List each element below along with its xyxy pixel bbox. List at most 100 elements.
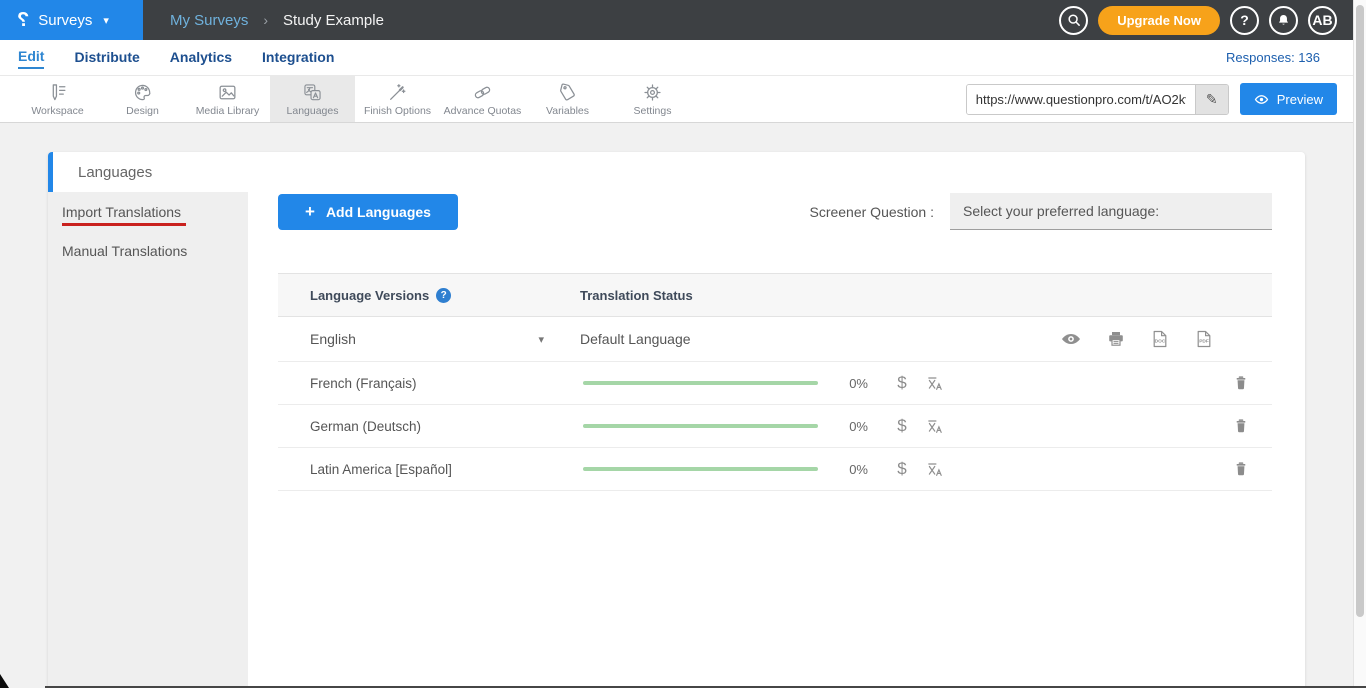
- product-switcher[interactable]: ? Surveys ▾: [0, 0, 143, 40]
- trash-icon: [1232, 417, 1250, 435]
- responses-count[interactable]: Responses: 136: [1226, 50, 1320, 65]
- language-name: German (Deutsch): [310, 419, 421, 434]
- language-name: Latin America [Español]: [310, 462, 452, 477]
- toolbar-item-variables[interactable]: Variables: [525, 76, 610, 122]
- question-mark-icon: ?: [1240, 12, 1249, 28]
- tab-distribute[interactable]: Distribute: [74, 47, 139, 68]
- red-underline-annotation: [62, 223, 186, 226]
- top-bar: ? Surveys ▾ My Surveys › Study Example U…: [0, 0, 1353, 40]
- translation-progress-bar: [583, 424, 818, 428]
- sidebar-item-label: Import Translations: [62, 204, 181, 220]
- help-button[interactable]: ?: [1230, 6, 1259, 35]
- scrollbar-thumb[interactable]: [1356, 5, 1364, 617]
- sidebar-item-import-translations[interactable]: Import Translations: [48, 195, 248, 234]
- screener-question-value: Select your preferred language:: [963, 203, 1159, 219]
- table-row-language: German (Deutsch) 0% $: [278, 405, 1272, 448]
- delete-language-button[interactable]: [1232, 374, 1250, 392]
- translation-percent: 0%: [844, 419, 868, 434]
- translate-icon: [926, 374, 945, 393]
- view-survey-button[interactable]: [1060, 328, 1082, 350]
- toolbar-item-workspace[interactable]: Workspace: [15, 76, 100, 122]
- breadcrumb-separator-icon: ›: [263, 12, 268, 28]
- language-name: French (Français): [310, 376, 417, 391]
- edit-url-button[interactable]: ✎: [1195, 85, 1228, 114]
- export-actions: DOC PDF: [1060, 328, 1214, 350]
- default-language-status: Default Language: [580, 331, 691, 347]
- translate-icon: [926, 417, 945, 436]
- toolbar-item-label: Variables: [546, 105, 589, 117]
- delete-language-button[interactable]: [1232, 417, 1250, 435]
- language-dropdown-caret-icon[interactable]: ▾: [538, 333, 544, 346]
- gear-icon: [642, 82, 663, 103]
- add-languages-label: Add Languages: [326, 204, 431, 220]
- doc-file-icon: DOC: [1150, 329, 1170, 349]
- auto-translate-button[interactable]: [926, 417, 945, 436]
- notifications-button[interactable]: [1269, 6, 1298, 35]
- translate-icon: [926, 460, 945, 479]
- delete-language-button[interactable]: [1232, 460, 1250, 478]
- toolbar-item-label: Finish Options: [364, 105, 431, 117]
- image-icon: [217, 82, 238, 103]
- translation-progress-bar: [583, 381, 818, 385]
- eye-icon: [1060, 328, 1082, 350]
- add-languages-button[interactable]: + Add Languages: [278, 194, 458, 230]
- tab-integration[interactable]: Integration: [262, 47, 334, 68]
- sidebar-item-manual-translations[interactable]: Manual Translations: [48, 234, 248, 267]
- preview-label: Preview: [1277, 92, 1323, 107]
- sidebar-item-label: Manual Translations: [62, 243, 187, 259]
- breadcrumb-my-surveys[interactable]: My Surveys: [170, 12, 248, 29]
- paid-translation-icon[interactable]: $: [892, 373, 912, 393]
- chain-links-icon: [472, 82, 493, 103]
- survey-url-field: ✎: [966, 84, 1229, 115]
- svg-text:PDF: PDF: [1199, 338, 1209, 344]
- table-row-default-language: English ▾ Default Language: [278, 317, 1272, 362]
- search-icon: [1066, 12, 1082, 28]
- avatar[interactable]: AB: [1308, 6, 1337, 35]
- auto-translate-button[interactable]: [926, 374, 945, 393]
- upgrade-now-button[interactable]: Upgrade Now: [1098, 6, 1220, 35]
- toolbar-item-label: Settings: [634, 105, 672, 117]
- tab-analytics[interactable]: Analytics: [170, 47, 232, 68]
- languages-sidebar: Import Translations Manual Translations: [48, 192, 248, 688]
- paid-translation-icon[interactable]: $: [892, 416, 912, 436]
- translation-percent: 0%: [844, 462, 868, 477]
- screener-question-group: Screener Question : Select your preferre…: [809, 193, 1272, 230]
- magic-wand-icon: [387, 82, 408, 103]
- toolbar-item-settings[interactable]: Settings: [610, 76, 695, 122]
- languages-actions-row: + Add Languages Screener Question : Sele…: [278, 193, 1272, 230]
- screener-question-label: Screener Question :: [809, 204, 934, 220]
- paid-translation-icon[interactable]: $: [892, 459, 912, 479]
- table-row-language: French (Français) 0% $: [278, 362, 1272, 405]
- card-title: Languages: [78, 164, 152, 181]
- vertical-scrollbar[interactable]: [1353, 0, 1366, 688]
- column-translation-status: Translation Status: [580, 288, 693, 303]
- tab-edit[interactable]: Edit: [18, 46, 44, 69]
- preview-eye-icon: [1254, 92, 1269, 107]
- export-doc-button[interactable]: DOC: [1150, 329, 1170, 349]
- chevron-down-icon: ▾: [103, 14, 109, 27]
- survey-url-input[interactable]: [967, 85, 1195, 114]
- toolbar-item-finish-options[interactable]: Finish Options: [355, 76, 440, 122]
- auto-translate-button[interactable]: [926, 460, 945, 479]
- help-circle-icon[interactable]: ?: [436, 288, 451, 303]
- table-header-row: Language Versions ? Translation Status: [278, 273, 1272, 317]
- language-versions-table: Language Versions ? Translation Status E…: [278, 273, 1272, 491]
- toolbar-item-languages[interactable]: Languages: [270, 76, 355, 122]
- toolbar-item-media-library[interactable]: Media Library: [185, 76, 270, 122]
- preview-button[interactable]: Preview: [1240, 83, 1337, 115]
- edit-toolbar: Workspace Design Media Library Languages: [0, 76, 1353, 123]
- topbar-actions: Upgrade Now ? AB: [1059, 6, 1353, 35]
- toolbar-item-advance-quotas[interactable]: Advance Quotas: [440, 76, 525, 122]
- pencil-icon: ✎: [1206, 91, 1218, 108]
- app-window: ? Surveys ▾ My Surveys › Study Example U…: [0, 0, 1353, 688]
- export-pdf-button[interactable]: PDF: [1194, 329, 1214, 349]
- print-button[interactable]: [1106, 329, 1126, 349]
- screener-question-select[interactable]: Select your preferred language:: [950, 193, 1272, 230]
- languages-main: + Add Languages Screener Question : Sele…: [248, 192, 1305, 688]
- search-button[interactable]: [1059, 6, 1088, 35]
- palette-icon: [132, 82, 153, 103]
- toolbar-item-design[interactable]: Design: [100, 76, 185, 122]
- toolbar-item-label: Advance Quotas: [444, 105, 522, 117]
- breadcrumb-current-survey: Study Example: [283, 12, 384, 29]
- mouse-cursor: [0, 674, 9, 688]
